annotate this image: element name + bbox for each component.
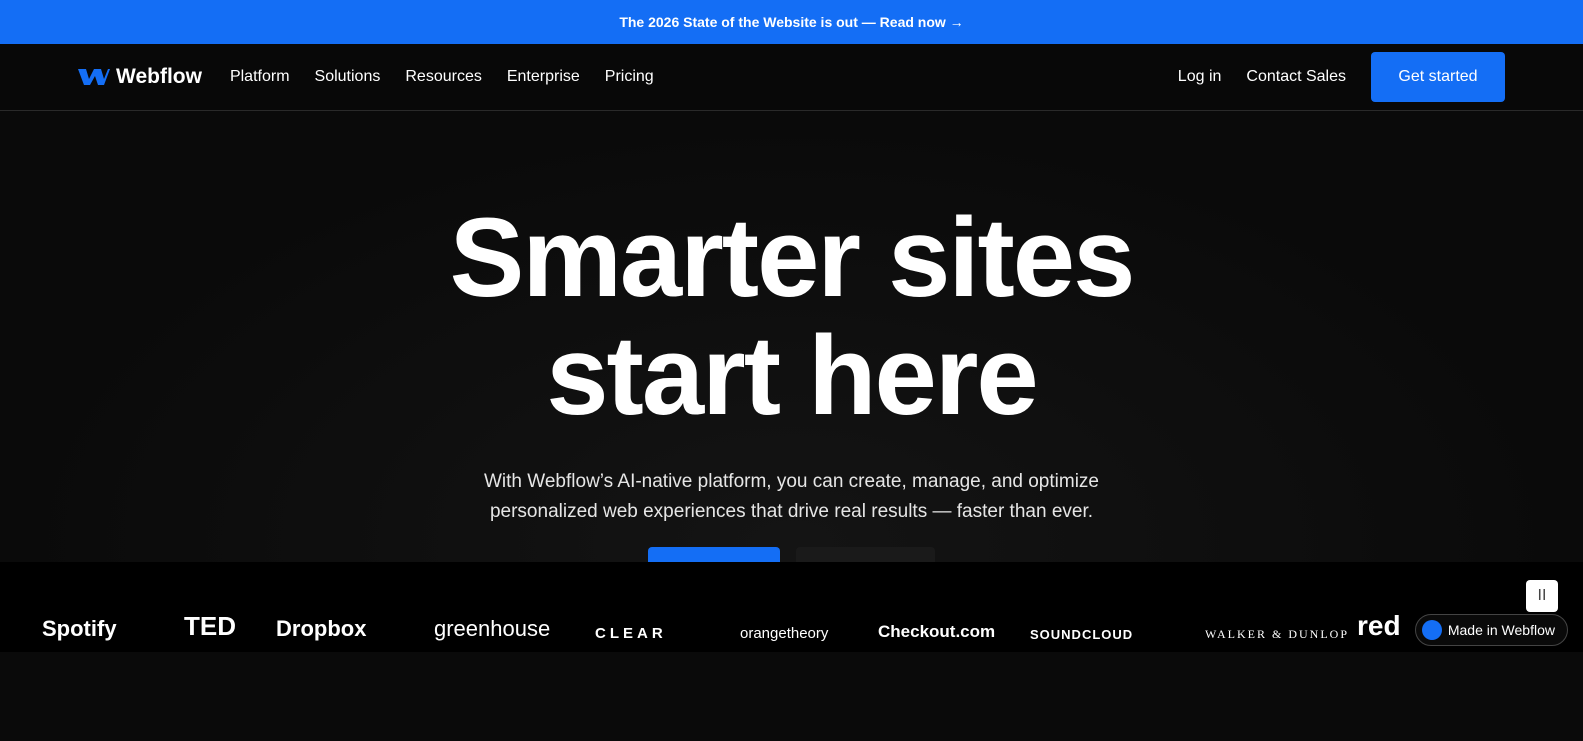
logo-orangetheory: orangetheory — [740, 625, 829, 642]
logo-checkout: Checkout.com — [878, 622, 996, 641]
hero: Smarter sites start here With Webflow’s A… — [0, 111, 1583, 652]
logo-ted: TED — [184, 611, 236, 641]
hero-title: Smarter sites start here — [0, 111, 1583, 435]
nav-pricing[interactable]: Pricing — [605, 68, 654, 86]
webflow-logo[interactable]: Webflow — [78, 65, 202, 89]
title-line-1: Smarter sites — [449, 195, 1136, 320]
logo-dropbox: Dropbox — [276, 616, 367, 641]
get-started-nav-button[interactable]: Get started — [1371, 52, 1505, 102]
badge-label: Made in Webflow — [1447, 622, 1555, 638]
made-in-webflow-badge[interactable]: Made in Webflow — [1414, 614, 1568, 646]
nav-enterprise[interactable]: Enterprise — [507, 68, 580, 86]
announcement-banner[interactable]: The 2026 State of the Website is out — R… — [0, 0, 1583, 44]
logo-red: red — [1357, 610, 1401, 641]
nav-resources[interactable]: Resources — [405, 68, 481, 86]
nav-solutions[interactable]: Solutions — [315, 68, 381, 86]
contact-sales-link[interactable]: Contact Sales — [1246, 68, 1346, 86]
webflow-logo-icon — [78, 69, 110, 85]
banner-text[interactable]: The 2026 State of the Website is out — R… — [619, 14, 963, 30]
logo-walker-dunlop: WALKER & DUNLOP — [1205, 627, 1349, 641]
title-line-2: start here — [546, 313, 1038, 438]
webflow-badge-icon — [1421, 620, 1442, 640]
login-link[interactable]: Log in — [1178, 68, 1222, 86]
subtitle-line-2: personalized web experiences that drive … — [489, 501, 1094, 522]
logo-soundcloud: SOUNDCLOUD — [1030, 627, 1134, 642]
top-nav: Webflow Platform Solutions Resources Ent… — [0, 44, 1583, 111]
hero-subtitle: With Webflow’s AI-native platform, you c… — [0, 467, 1583, 527]
logo-spotify: Spotify — [42, 616, 117, 641]
nav-platform[interactable]: Platform — [230, 68, 290, 86]
subtitle-line-1: With Webflow’s AI-native platform, you c… — [484, 471, 1099, 492]
customer-logos: Spotify TED Dropbox greenhouse CLEAR ora… — [0, 562, 1583, 652]
logo-greenhouse: greenhouse — [434, 616, 551, 641]
logo-text: Webflow — [116, 65, 202, 88]
pause-button[interactable]: II — [1526, 580, 1558, 612]
logo-clear: CLEAR — [595, 625, 667, 642]
